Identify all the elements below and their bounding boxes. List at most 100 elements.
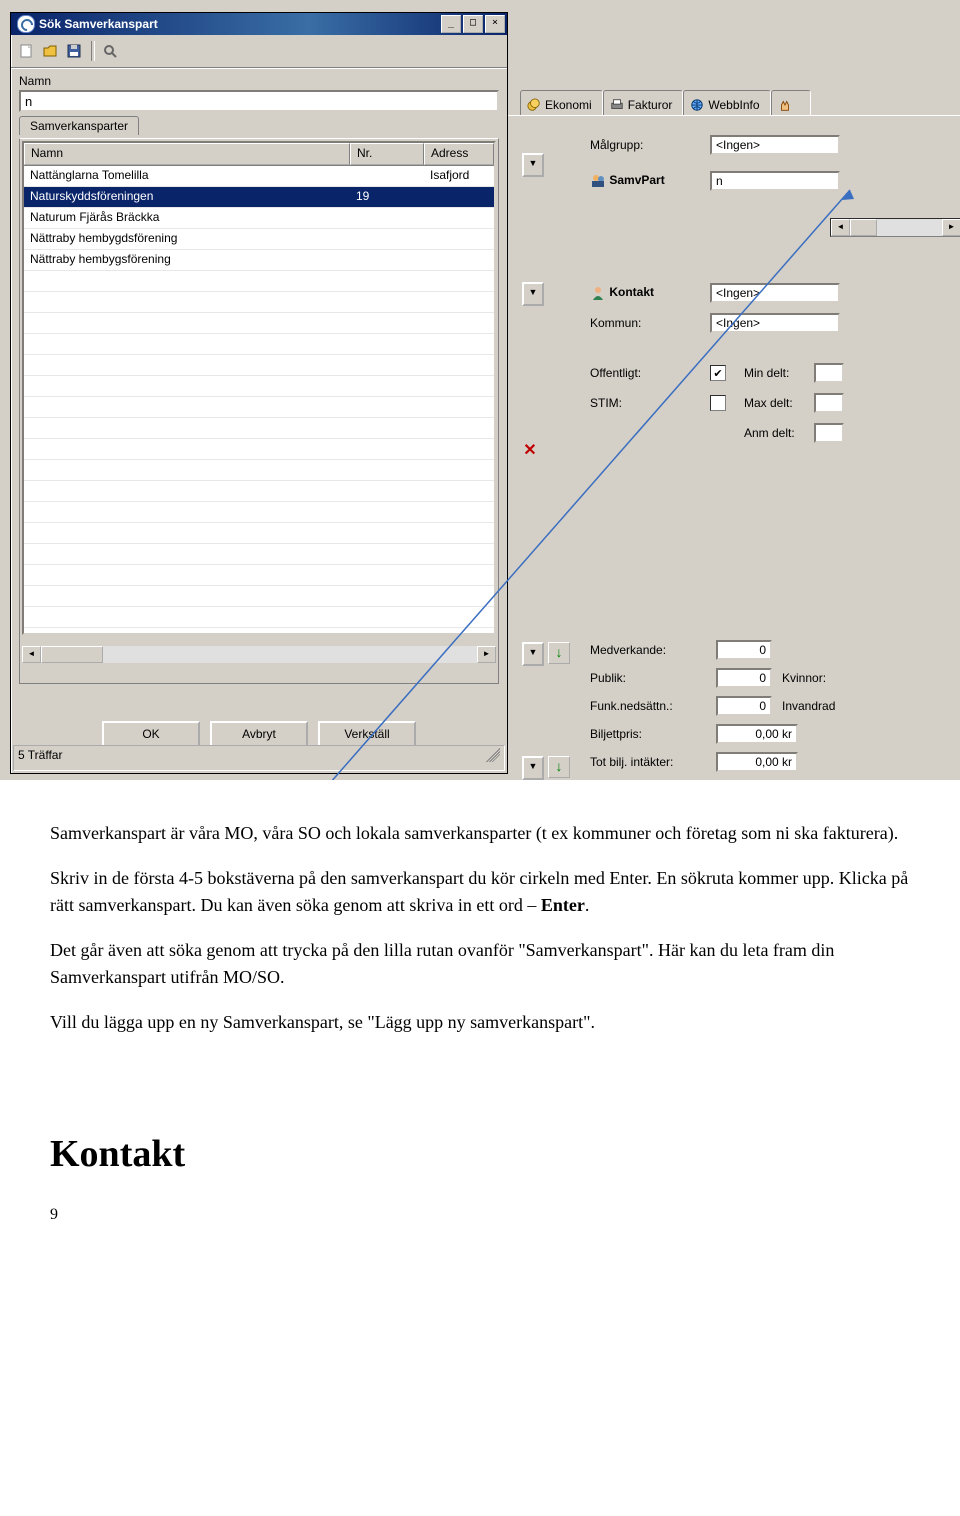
cell-adress: Isafjord: [424, 166, 494, 186]
table-row[interactable]: Nattänglarna TomelillaIsafjord: [24, 166, 494, 187]
dropdown-button-3[interactable]: ▼: [522, 642, 544, 666]
dialog-buttons: OK Avbryt Verkställ: [11, 721, 507, 747]
malgrupp-input[interactable]: <Ingen>: [710, 135, 840, 155]
table-row-empty: [24, 355, 494, 376]
statusbar: 5 Träffar: [13, 745, 505, 771]
table-row[interactable]: Naturskyddsföreningen19: [24, 187, 494, 208]
scroll-right-button[interactable]: ►: [942, 219, 960, 236]
dropdown-button-4[interactable]: ▼: [522, 756, 544, 780]
table-row-empty: [24, 271, 494, 292]
kommun-input[interactable]: <Ingen>: [710, 313, 840, 333]
kommun-label: Kommun:: [590, 316, 710, 330]
tab-fakturor[interactable]: Fakturor: [603, 90, 684, 116]
minimize-button[interactable]: _: [441, 15, 461, 33]
anmdelt-label: Anm delt:: [744, 426, 814, 440]
col-header-nr[interactable]: Nr.: [350, 143, 424, 165]
folder-icon: [42, 43, 58, 59]
tab-divider: [500, 115, 960, 116]
cell-nr: 19: [350, 187, 424, 207]
list-horizontal-scrollbar[interactable]: ◄ ►: [22, 646, 496, 663]
table-row[interactable]: Naturum Fjärås Bräckka: [24, 208, 494, 229]
name-input[interactable]: n: [19, 90, 499, 112]
dialog-title: Sök Samverkanspart: [39, 17, 439, 31]
cell-adress: [424, 250, 494, 270]
col-header-name[interactable]: Namn: [24, 143, 350, 165]
new-file-icon: [18, 43, 34, 59]
table-row-empty: [24, 628, 494, 635]
subtab-samverkansparter[interactable]: Samverkansparter: [19, 116, 139, 135]
doc-paragraph-4: Vill du lägga upp en ny Samverkanspart, …: [50, 1009, 910, 1036]
name-label: Namn: [19, 74, 499, 88]
titlebar[interactable]: Sök Samverkanspart _ □ ×: [11, 13, 507, 35]
samvpart-label[interactable]: SamvPart: [590, 173, 710, 189]
tab-ekonomi[interactable]: Ekonomi: [520, 90, 603, 116]
green-arrow-down-2[interactable]: ↓: [548, 756, 570, 778]
cell-nr: [350, 250, 424, 270]
cell-nr: [350, 229, 424, 249]
biljettpris-value[interactable]: 0,00 kr: [716, 724, 798, 744]
table-row-empty: [24, 607, 494, 628]
biljettpris-label: Biljettpris:: [590, 727, 716, 741]
list-header: Namn Nr. Adress: [24, 143, 494, 166]
new-button[interactable]: [15, 40, 37, 62]
samvpart-scrollbar[interactable]: ◄ ►: [830, 218, 960, 237]
tab-extra[interactable]: [771, 90, 811, 116]
scroll-left-button[interactable]: ◄: [22, 646, 41, 663]
person-icon: [590, 285, 606, 301]
table-row-empty: [24, 544, 494, 565]
dropdown-button-2[interactable]: ▼: [522, 282, 544, 306]
maximize-button[interactable]: □: [463, 15, 483, 33]
tab-webbinfo[interactable]: WebbInfo: [683, 90, 770, 116]
table-row-empty: [24, 502, 494, 523]
stim-checkbox[interactable]: [710, 395, 726, 411]
offentligt-label: Offentligt:: [590, 366, 710, 380]
open-button[interactable]: [39, 40, 61, 62]
apply-button[interactable]: Verkställ: [318, 721, 416, 747]
toolbar-search-button[interactable]: [99, 40, 121, 62]
samvpart-input[interactable]: n: [710, 171, 840, 191]
table-row[interactable]: Nättraby hembygdsförening: [24, 229, 494, 250]
document-text: Samverkanspart är våra MO, våra SO och l…: [0, 780, 960, 1267]
table-row-empty: [24, 334, 494, 355]
delete-icon[interactable]: ✕: [520, 440, 540, 460]
maxdelt-input[interactable]: [814, 393, 844, 413]
resize-grip[interactable]: [486, 748, 500, 762]
mindelt-input[interactable]: [814, 363, 844, 383]
diskette-icon: [66, 43, 82, 59]
close-button[interactable]: ×: [485, 15, 505, 33]
toolbar-separator: [91, 41, 95, 61]
table-row[interactable]: Nättraby hembygsförening: [24, 250, 494, 271]
subtab-panel: Namn Nr. Adress Nattänglarna TomelillaIs…: [19, 138, 499, 684]
screenshot-area: Ekonomi Fakturor WebbInfo Målgrupp: <Ing…: [0, 0, 960, 780]
cell-nr: [350, 208, 424, 228]
doc-paragraph-1: Samverkanspart är våra MO, våra SO och l…: [50, 820, 910, 847]
dropdown-button-1[interactable]: ▼: [522, 153, 544, 177]
scroll-thumb[interactable]: [850, 219, 877, 236]
coins-icon: [527, 98, 541, 112]
anmdelt-input[interactable]: [814, 423, 844, 443]
scroll-left-button[interactable]: ◄: [831, 219, 850, 236]
doc-paragraph-2: Skriv in de första 4-5 bokstäverna på de…: [50, 865, 910, 919]
col-header-adress[interactable]: Adress: [424, 143, 494, 165]
hand-icon: [778, 98, 792, 112]
funk-value[interactable]: 0: [716, 696, 772, 716]
medverkande-label: Medverkande:: [590, 643, 716, 657]
maxdelt-label: Max delt:: [744, 396, 814, 410]
cancel-button[interactable]: Avbryt: [210, 721, 308, 747]
medverkande-value[interactable]: 0: [716, 640, 772, 660]
publik-value[interactable]: 0: [716, 668, 772, 688]
name-field-group: Namn n: [19, 74, 499, 112]
publik-label: Publik:: [590, 671, 716, 685]
offentligt-checkbox[interactable]: ✔: [710, 365, 726, 381]
scroll-right-button[interactable]: ►: [477, 646, 496, 663]
dialog-toolbar: [11, 35, 507, 68]
save-button[interactable]: [63, 40, 85, 62]
malgrupp-label: Målgrupp:: [590, 138, 710, 152]
samvpart-icon: [590, 173, 606, 189]
kontakt-label[interactable]: Kontakt: [590, 285, 710, 301]
totbilj-value[interactable]: 0,00 kr: [716, 752, 798, 772]
ok-button[interactable]: OK: [102, 721, 200, 747]
green-arrow-down-1[interactable]: ↓: [548, 642, 570, 664]
kontakt-input[interactable]: <Ingen>: [710, 283, 840, 303]
scroll-thumb[interactable]: [41, 646, 103, 663]
